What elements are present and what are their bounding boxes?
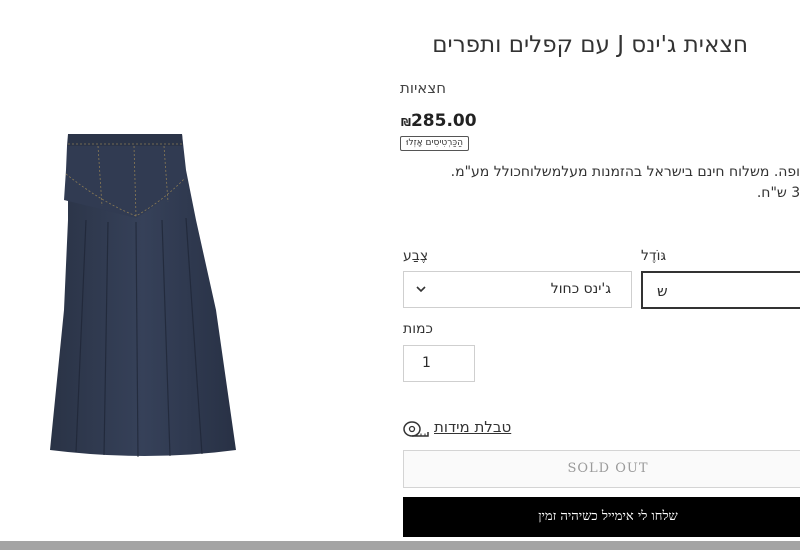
product-price: ₪285.00 (398, 111, 477, 131)
size-select[interactable]: ש (641, 271, 800, 309)
sold-out-button[interactable]: SOLD OUT (403, 450, 800, 488)
scrollbar-thumb[interactable] (0, 541, 800, 550)
product-image[interactable] (46, 130, 242, 460)
chevron-down-icon (416, 286, 426, 293)
size-chart-label: טבלת מידות (434, 418, 512, 436)
shipping-line-1: בקופה. משלוח חינם בישראל בהזמנות מעלמשלו… (450, 164, 800, 180)
color-select[interactable]: ג'ינס כחול (403, 271, 632, 308)
quantity-value: 1 (422, 355, 431, 371)
denim-skirt-image (50, 134, 236, 458)
sold-out-badge: הַכַּרְטִיסִים אָזְלוּ (400, 136, 469, 151)
price-value: 285.00 (410, 111, 477, 131)
quantity-label: כמות (403, 321, 433, 337)
shipping-info: בקופה. משלוח חינם בישראל בהזמנות מעלמשלו… (398, 162, 800, 204)
currency-symbol: ₪ (401, 116, 411, 129)
product-vendor[interactable]: חצאיות (400, 79, 446, 97)
notify-me-button[interactable]: שלחו לי אימייל כשיהיה זמין (403, 497, 800, 537)
product-title: חצאית ג'ינס J עם קפלים ותפרים (432, 32, 748, 58)
size-label: גּוֹדֶל (641, 248, 667, 264)
color-select-value: ג'ינס כחול (550, 281, 611, 297)
shipping-line-2: 399 ש"ח. (756, 185, 800, 201)
color-label: צֶבַע (403, 248, 429, 264)
horizontal-scrollbar[interactable] (0, 541, 800, 550)
quantity-input[interactable]: 1 (403, 345, 475, 382)
size-select-value: ש (657, 282, 668, 300)
measuring-tape-icon (403, 421, 429, 437)
